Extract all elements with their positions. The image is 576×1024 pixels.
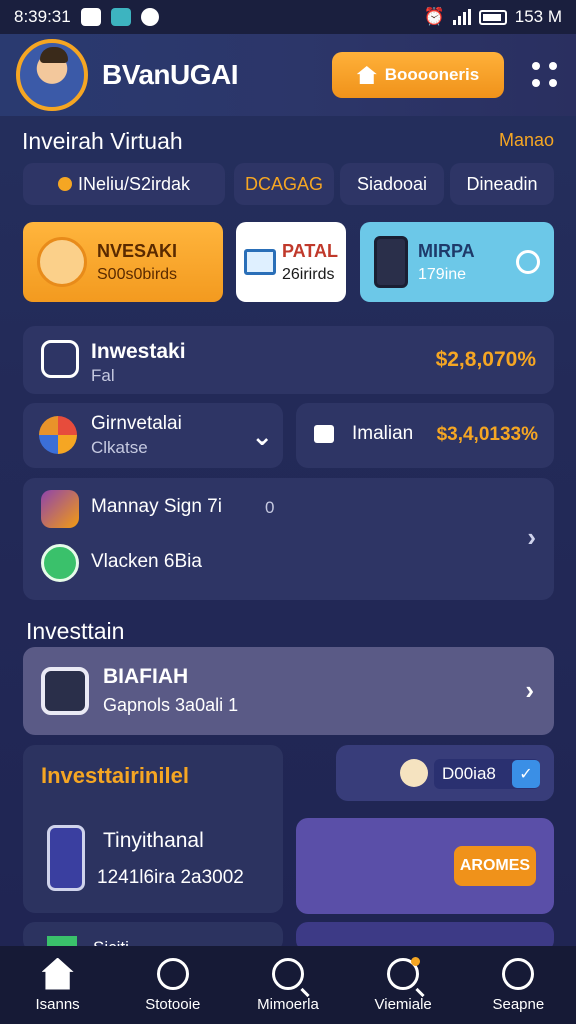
chip-1[interactable]: DCAGAG: [234, 163, 334, 205]
tab-label: Mimoerla: [257, 995, 319, 1013]
tile-title: MIRPA: [418, 240, 475, 261]
card-title: Imalian: [352, 423, 414, 444]
section-title: Investtain: [26, 618, 125, 644]
tab-home[interactable]: Isanns: [8, 957, 108, 1013]
half-card-right[interactable]: Imalian $3,4,0133%: [296, 403, 554, 468]
tile-mail[interactable]: PATAL 26irirds: [236, 222, 346, 302]
battery-level: 153 M: [514, 7, 562, 26]
card-title: Inwestaki: [91, 340, 186, 363]
lower-right-card: AROMES: [296, 818, 554, 914]
chevron-right-icon[interactable]: ›: [525, 675, 534, 706]
coin-icon: [57, 177, 72, 191]
banner-card[interactable]: BIAFIAH Gapnols 3a0ali 1 ›: [23, 647, 554, 735]
check-icon: [41, 544, 79, 582]
home-icon: [356, 66, 377, 84]
phone-icon: [374, 236, 408, 288]
action-button[interactable]: AROMES: [454, 846, 536, 886]
list-card: Mannay Sign 7i 0 Vlacken 6Bia ›: [23, 478, 554, 600]
chip-0[interactable]: INeliu/S2irdak: [23, 163, 225, 205]
card-title: Girnvetalai: [91, 413, 182, 434]
lower-left-card[interactable]: Investtairinilel Tinyithanal 1241l6ira 2…: [23, 745, 283, 913]
list-item-count: 0: [265, 498, 275, 517]
section-title: Inveirah Virtuah: [22, 128, 183, 154]
tile-mobile[interactable]: MIRPA 179ine: [360, 222, 554, 302]
avatar[interactable]: [16, 39, 88, 111]
chevron-down-icon[interactable]: ⌄: [251, 421, 273, 452]
home-icon: [41, 957, 74, 990]
tab-label: Stotooie: [145, 995, 201, 1013]
tile-sub: 26irirds: [282, 265, 335, 283]
half-card-left[interactable]: Girnvetalai Clkatse ⌄: [23, 403, 283, 468]
card-amount: $3,4,0133%: [436, 424, 538, 445]
profile-icon: [41, 340, 79, 378]
user-icon: [502, 957, 535, 990]
tab-search[interactable]: Mimoerla: [238, 957, 338, 1013]
app-header: BVanUGAI Booooneris: [0, 34, 576, 116]
header-cta-label: Booooneris: [384, 65, 480, 84]
tab-label: Seapne: [492, 995, 545, 1013]
tab-explore[interactable]: Viemiale: [353, 956, 453, 1013]
tab-label: Viemiale: [374, 995, 432, 1013]
card-title: Investtairinilel: [41, 763, 189, 788]
card-sub: Clkatse: [91, 438, 148, 457]
app-notification-icon: [110, 8, 131, 26]
alarm-icon: ⏰: [423, 7, 445, 26]
lower-pill-card[interactable]: D00ia8 ✓: [336, 745, 554, 801]
manage-link[interactable]: Manao: [499, 130, 554, 151]
check-icon: ✓: [512, 760, 540, 788]
chat-icon: [140, 8, 159, 26]
chevron-right-icon[interactable]: ›: [527, 522, 536, 553]
tab-stats[interactable]: Stotooie: [123, 957, 223, 1013]
pill-label: D00ia8 ✓: [434, 759, 540, 789]
list-item[interactable]: Mannay Sign 7i: [91, 496, 222, 518]
app-title: BVanUGAI: [102, 59, 239, 90]
stats-icon: [156, 957, 189, 990]
status-bar: 8:39:31 ⏰ 153 M: [0, 0, 576, 34]
refresh-icon[interactable]: [516, 250, 540, 274]
calendar-icon: [41, 667, 89, 715]
tab-label: Isanns: [35, 995, 80, 1013]
grid-menu-icon[interactable]: [530, 60, 560, 90]
header-cta-button[interactable]: Booooneris: [332, 52, 504, 98]
tile-invest[interactable]: NVESAKI S00s0birds: [23, 222, 223, 302]
tile-title: PATAL: [282, 240, 338, 261]
bottom-tab-bar: Isanns Stotooie Mimoerla Viemiale Seapne: [0, 946, 576, 1024]
package-icon: [37, 237, 87, 287]
chip-2[interactable]: Siadooai: [340, 163, 444, 205]
banner-sub: Gapnols 3a0ali 1: [103, 695, 239, 715]
search-icon: [271, 957, 304, 990]
pill-text: D00ia8: [442, 764, 496, 783]
tile-sub: 179ine: [418, 265, 467, 283]
device-sub: 1241l6ira 2a3002: [97, 867, 244, 888]
user-icon: [400, 759, 428, 787]
chart-icon: [39, 416, 77, 454]
tab-profile[interactable]: Seapne: [468, 957, 568, 1013]
tile-title: NVESAKI: [97, 240, 178, 261]
list-item[interactable]: Vlacken 6Bia: [91, 551, 202, 573]
mail-icon: [244, 249, 276, 275]
tile-sub: S00s0birds: [97, 265, 178, 283]
invest-card[interactable]: Inwestaki Fal $2,8,070%: [23, 326, 554, 394]
banner-title: BIAFIAH: [103, 665, 189, 688]
battery-icon: [478, 9, 507, 25]
clock: 8:39:31: [14, 7, 71, 26]
card-amount: $2,8,070%: [435, 348, 536, 371]
bar-chart-icon: [314, 425, 334, 443]
chip-label: INeliu/S2irdak: [77, 173, 191, 194]
notification-icon: [80, 8, 101, 26]
device-title: Tinyithanal: [103, 829, 204, 852]
card-sub: Fal: [91, 366, 115, 385]
pen-icon: [41, 490, 79, 528]
search-icon: [387, 956, 421, 990]
chip-3[interactable]: Dineadin: [450, 163, 554, 205]
device-icon: [47, 825, 85, 891]
wifi-signal-icon: [452, 9, 471, 25]
